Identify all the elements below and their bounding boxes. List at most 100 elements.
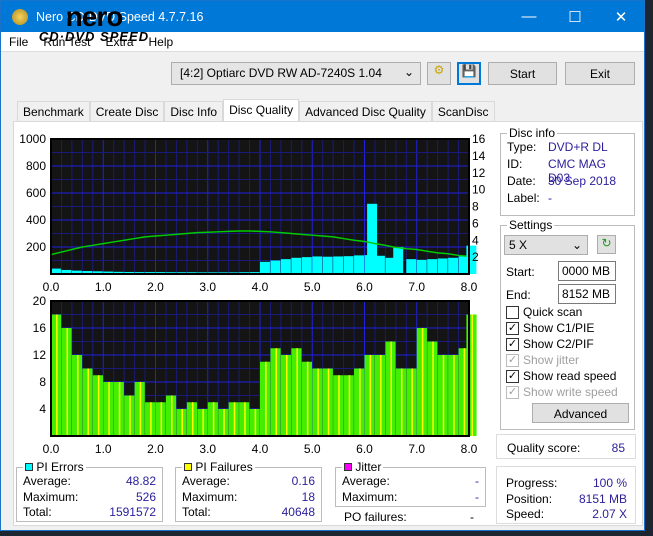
checkbox-label: Show C1/PIE <box>523 321 595 335</box>
pi-failures-average: 0.16 <box>291 474 315 488</box>
bar-pi-failures-peak <box>411 368 413 436</box>
x-tick-label: 6.0 <box>356 280 373 294</box>
x-tick-label: 4.0 <box>252 280 269 294</box>
checkbox-box[interactable]: ✓ <box>506 321 519 335</box>
label: Average: <box>342 474 390 488</box>
refresh-icon[interactable]: ↻ <box>597 235 616 254</box>
bar-pi-failures-peak <box>453 355 455 436</box>
progress-value: 100 % <box>592 476 627 490</box>
bar-pi-failures-peak <box>181 409 183 436</box>
close-icon[interactable]: ✕ <box>598 8 644 26</box>
label: Maximum: <box>23 489 79 504</box>
label: Total: <box>182 505 211 519</box>
pi-failures-maximum: 18 <box>301 489 315 504</box>
pi-errors-group: PI Errors Average: 48.82 Maximum: 526 Tota… <box>16 460 163 522</box>
bar-pi-failures-peak <box>359 368 361 436</box>
x-tick-label: 5.0 <box>304 280 321 294</box>
end-input[interactable]: 8152 MB <box>558 284 616 304</box>
settings-checkboxes: Quick scan ✓ Show C1/PIE ✓ Show C2/PIF ✓ Show … <box>506 304 618 400</box>
bar-pi-errors <box>280 259 291 274</box>
type-value: DVD+R DL <box>548 140 608 154</box>
date-value: 30 Sep 2018 <box>548 174 617 188</box>
bar-pi-failures-peak <box>108 382 110 436</box>
y2-tick-label: 16 <box>472 132 486 146</box>
minimize-icon[interactable]: — <box>506 8 552 26</box>
bar-pi-errors <box>416 259 427 274</box>
pi-failures-total: 40648 <box>281 505 315 519</box>
y-tick-label: 12 <box>33 348 47 362</box>
bar-pi-errors <box>260 261 270 274</box>
label: Position: <box>506 491 553 506</box>
checkbox-show-c2-pif[interactable]: ✓ Show C2/PIF <box>506 336 618 352</box>
y2-tick-label: 2 <box>472 250 479 264</box>
label: Progress: <box>506 476 558 490</box>
checkbox-box[interactable]: ✓ <box>506 385 519 399</box>
bar-pi-failures-peak <box>471 314 473 436</box>
checkbox-box[interactable]: ✓ <box>506 353 519 367</box>
bar-pi-errors <box>354 255 365 274</box>
x-tick-label: 4.0 <box>252 442 269 455</box>
maximize-icon[interactable]: ☐ <box>552 8 598 26</box>
exit-button[interactable]: Exit <box>565 62 635 85</box>
bar-pi-failures-peak <box>233 402 236 436</box>
y-tick-label: 20 <box>33 294 47 308</box>
jitter-title: Jitter <box>355 460 382 474</box>
label: Maximum: <box>182 489 238 504</box>
bar-pi-failures-peak <box>66 328 69 436</box>
pi-failures-title: PI Failures <box>195 460 253 474</box>
y-tick-label: 16 <box>33 321 47 335</box>
bar-pi-failures-peak <box>369 355 372 436</box>
checkbox-show-c1-pie[interactable]: ✓ Show C1/PIE <box>506 320 618 336</box>
start-label: Start: <box>506 265 535 279</box>
y-tick-label: 600 <box>26 186 46 200</box>
label: Average: <box>182 474 230 488</box>
label: Speed: <box>506 507 545 521</box>
label-label: Label: <box>507 191 540 205</box>
bar-pi-failures-peak <box>296 348 298 436</box>
bar-pi-failures-peak <box>275 348 278 436</box>
jitter-color-swatch <box>344 463 352 471</box>
disc-info-group: Disc info Type: DVD+R DL ID: CMC MAG D03 D… <box>500 126 635 216</box>
x-tick-label: 5.0 <box>304 442 321 455</box>
bar-pi-failures-peak <box>212 402 215 436</box>
y-tick-label: 1000 <box>19 132 46 146</box>
y-tick-label: 4 <box>39 402 46 416</box>
bar-pi-failures-peak <box>129 395 131 436</box>
start-input[interactable]: 0000 MB <box>558 261 616 281</box>
start-button[interactable]: Start <box>488 62 557 85</box>
y2-tick-label: 8 <box>472 200 479 214</box>
checkbox-show-read-speed[interactable]: ✓ Show read speed <box>506 368 618 384</box>
jitter-group: Jitter Average: - Maximum: - <box>335 460 486 507</box>
pi-errors-total: 1591572 <box>109 505 156 519</box>
advanced-button[interactable]: Advanced <box>532 403 629 423</box>
disc-info-title: Disc info <box>509 126 556 140</box>
y2-tick-label: 12 <box>472 166 486 180</box>
y-tick-label: 200 <box>26 240 46 254</box>
bar-pi-failures-peak <box>191 402 194 436</box>
bar-pi-failures-peak <box>76 355 79 436</box>
speed-value: 2.07 X <box>592 507 627 521</box>
speed-select[interactable]: 5 X ⌄ <box>504 235 588 255</box>
label: Average: <box>23 474 71 488</box>
checkbox-box[interactable]: ✓ <box>506 337 519 351</box>
bar-pi-failures-peak <box>171 395 173 436</box>
checkbox-box[interactable] <box>506 305 519 319</box>
bar-pi-errors <box>393 247 404 274</box>
bar-pi-failures-peak <box>327 368 330 436</box>
checkbox-quick-scan[interactable]: Quick scan <box>506 304 618 320</box>
pi-errors-title: PI Errors <box>36 460 84 474</box>
type-label: Type: <box>507 140 537 154</box>
bar-pi-failures-peak <box>463 348 466 436</box>
checkbox-show-write-speed: ✓ Show write speed <box>506 384 618 400</box>
id-value: CMC MAG D03 <box>548 157 606 185</box>
checkbox-label: Show C2/PIF <box>523 337 594 351</box>
x-tick-label: 1.0 <box>95 280 112 294</box>
checkbox-box[interactable]: ✓ <box>506 369 519 383</box>
quality-score-value: 85 <box>611 441 625 455</box>
jitter-maximum: - <box>475 489 479 504</box>
bar-pi-errors <box>437 258 448 274</box>
bar-pi-failures-peak <box>390 341 392 436</box>
x-tick-label: 6.0 <box>356 442 373 455</box>
bar-pi-failures-peak <box>118 382 121 436</box>
x-tick-label: 0.0 <box>43 280 60 294</box>
